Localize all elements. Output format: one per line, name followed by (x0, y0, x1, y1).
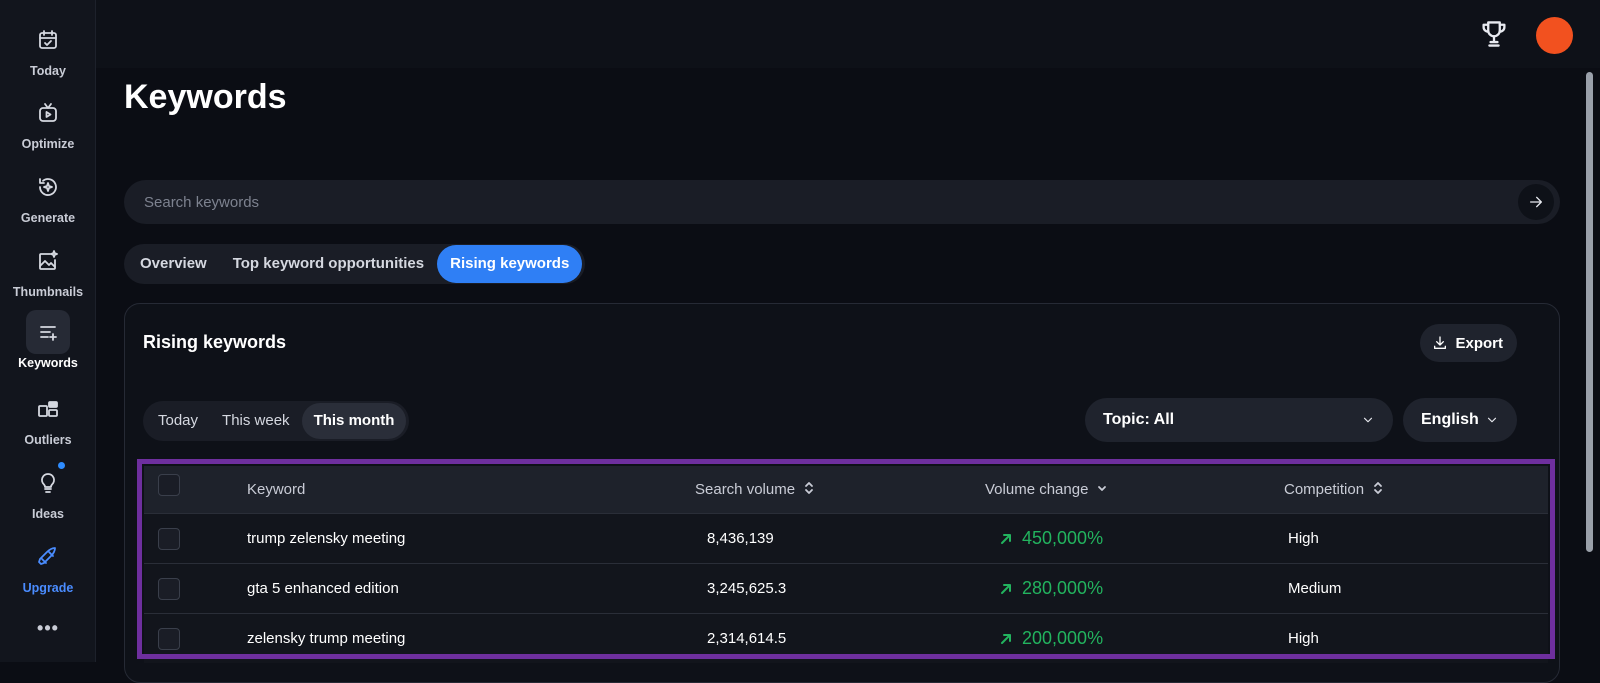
arrow-right-icon (1530, 196, 1542, 208)
language-dropdown-value: English (1421, 411, 1479, 428)
scrollbar[interactable] (1586, 72, 1593, 552)
sidebar-item-outliers[interactable]: Outliers (0, 387, 96, 447)
sidebar-item-ideas[interactable]: Ideas (0, 461, 96, 521)
sidebar-item-thumbnails[interactable]: Thumbnails (0, 239, 96, 299)
video-play-icon (26, 91, 70, 135)
notification-dot (58, 462, 65, 469)
topic-dropdown-value: Topic: All (1103, 411, 1175, 428)
sidebar-item-label: Ideas (32, 507, 64, 521)
page-title: Keywords (124, 78, 287, 116)
tab-bar: Overview Top keyword opportunities Risin… (124, 244, 586, 284)
sidebar-item-upgrade[interactable]: Upgrade (0, 535, 96, 595)
period-this-week[interactable]: This week (210, 403, 302, 439)
sidebar-item-label: Optimize (21, 137, 75, 151)
topic-dropdown[interactable]: Topic: All (1085, 398, 1393, 442)
period-this-month[interactable]: This month (301, 403, 407, 439)
sidebar-item-label: Keywords (18, 356, 78, 370)
rocket-icon (26, 535, 70, 579)
top-bar (96, 0, 1600, 68)
table-highlight-frame (137, 459, 1555, 659)
list-add-icon (26, 310, 70, 354)
sidebar: Today Optimize Generate Thumbnails Keywo… (0, 0, 96, 662)
sidebar-item-optimize[interactable]: Optimize (0, 91, 96, 151)
download-icon (1434, 336, 1447, 349)
sidebar-item-label: Today (30, 64, 66, 78)
more-options-button[interactable]: ••• (0, 618, 96, 639)
calendar-check-icon (26, 18, 70, 62)
export-label: Export (1455, 334, 1503, 352)
sidebar-item-label: Generate (20, 211, 76, 225)
tab-overview[interactable]: Overview (127, 245, 220, 283)
avatar[interactable] (1536, 17, 1573, 54)
search-input[interactable] (144, 180, 1484, 224)
chevron-down-icon (1487, 417, 1497, 423)
card-title: Rising keywords (143, 332, 287, 352)
search-submit-button[interactable] (1518, 184, 1554, 220)
period-today[interactable]: Today (146, 403, 210, 439)
trophy-icon[interactable] (1478, 18, 1510, 50)
sidebar-item-keywords[interactable]: Keywords (0, 310, 96, 370)
export-button[interactable]: Export (1420, 324, 1517, 362)
tab-top-keyword-opportunities[interactable]: Top keyword opportunities (220, 245, 437, 283)
sparkle-refresh-icon (26, 165, 70, 209)
sidebar-item-today[interactable]: Today (0, 18, 96, 78)
sidebar-item-label: Upgrade (22, 581, 74, 595)
language-dropdown[interactable]: English (1403, 398, 1517, 442)
period-selector: Today This week This month (143, 401, 410, 441)
chevron-down-icon (1363, 417, 1373, 423)
image-sparkle-icon (26, 239, 70, 283)
grid-blocks-icon (26, 387, 70, 431)
tab-rising-keywords[interactable]: Rising keywords (437, 245, 583, 283)
search-bar (124, 180, 1560, 224)
sidebar-item-label: Thumbnails (12, 285, 84, 299)
sidebar-item-label: Outliers (24, 433, 72, 447)
sidebar-item-generate[interactable]: Generate (0, 165, 96, 225)
